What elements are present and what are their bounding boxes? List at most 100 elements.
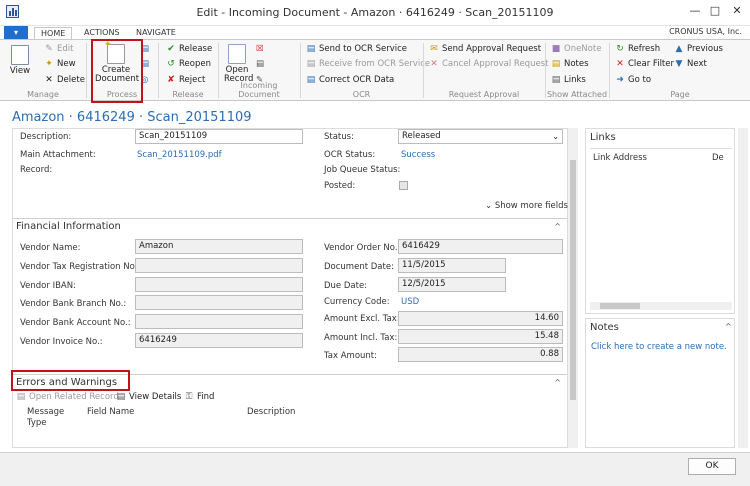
amount-excl-field[interactable]: 14.60 (398, 311, 563, 326)
vendor-bank-account-field[interactable] (135, 314, 303, 329)
links-hscroll-thumb[interactable] (600, 303, 640, 309)
factbox-scrollbar[interactable] (738, 128, 748, 448)
new-icon: ✦ (45, 59, 53, 69)
file-menu-button[interactable]: ▾ (4, 26, 28, 39)
vendor-tax-label: Vendor Tax Registration No.: (20, 262, 141, 272)
window-title: Edit - Incoming Document - Amazon · 6416… (196, 6, 554, 19)
chevron-up-icon: ^ (554, 378, 561, 387)
ocr-status-link[interactable]: Success (401, 150, 435, 160)
vendor-order-field[interactable]: 6416429 (398, 239, 563, 254)
group-label-incoming-document: Incoming Document (238, 81, 280, 99)
group-label-release: Release (172, 90, 204, 99)
view-icon (11, 45, 29, 65)
new-button[interactable]: ✦ New (44, 59, 75, 69)
group-request-approval: ✉ Send Approval Request ✕ Cancel Approval … (424, 40, 548, 100)
find-icon: ⚿ (185, 392, 193, 402)
release-button[interactable]: ✔ Release (166, 44, 212, 54)
receive-ocr-icon: ▤ (306, 59, 316, 69)
col-field-name[interactable]: Field Name (87, 407, 134, 417)
due-date-label: Due Date: (324, 281, 368, 291)
reopen-button[interactable]: ↺ Reopen (166, 59, 211, 69)
main-scrollbar-thumb[interactable] (570, 160, 576, 400)
main-attachment-link[interactable]: Scan_20151109.pdf (137, 150, 222, 160)
open-related-record-button[interactable]: ▤ Open Related Record (16, 392, 119, 402)
close-icon[interactable]: ✕ (728, 4, 746, 17)
minimize-icon[interactable]: — (686, 4, 704, 17)
view-details-button[interactable]: ▤ View Details (116, 392, 182, 402)
tax-amount-field[interactable]: 0.88 (398, 347, 563, 362)
currency-link[interactable]: USD (401, 297, 419, 307)
go-to-button[interactable]: ➜ Go to (615, 75, 651, 85)
posted-checkbox[interactable] (399, 181, 408, 190)
status-value: Released (402, 131, 441, 141)
cancel-approval-button[interactable]: ✕ Cancel Approval Request (429, 59, 548, 69)
open-related-label: Open Related Record (29, 392, 119, 402)
edit-button[interactable]: ✎ Edit (44, 44, 73, 54)
vendor-invoice-field[interactable]: 6416249 (135, 333, 303, 348)
previous-label: Previous (687, 44, 723, 54)
chevron-up-icon[interactable]: ^ (725, 322, 732, 331)
clear-filter-button[interactable]: ✕ Clear Filter (615, 59, 674, 69)
reject-label: Reject (179, 75, 206, 85)
send-approval-label: Send Approval Request (442, 44, 542, 54)
remove-doc-icon[interactable]: ☒ (256, 44, 264, 54)
vendor-bank-account-label: Vendor Bank Account No.: (20, 318, 131, 328)
status-label: Status: (324, 132, 354, 142)
group-incoming-document: Open Record ☒ ▤ ✎ Incoming Document (219, 40, 299, 100)
doc-icon[interactable]: ▤ (256, 59, 264, 69)
vendor-iban-field[interactable] (135, 277, 303, 292)
amount-incl-field[interactable]: 15.48 (398, 329, 563, 344)
description-field[interactable]: Scan_20151109 (135, 129, 303, 144)
find-button[interactable]: ⚿ Find (184, 392, 215, 402)
show-more-fields[interactable]: ⌄ Show more fields (485, 201, 568, 211)
vendor-tax-field[interactable] (135, 258, 303, 273)
ok-button[interactable]: OK (688, 458, 736, 475)
send-to-ocr-button[interactable]: ▤ Send to OCR Service (306, 44, 407, 54)
group-label-show-attached: Show Attached (546, 90, 608, 99)
status-select[interactable]: Released ⌄ (398, 129, 563, 144)
create-note-link[interactable]: Click here to create a new note. (591, 342, 727, 352)
tab-navigate[interactable]: NAVIGATE (130, 27, 182, 39)
due-date-field[interactable]: 12/5/2015 (398, 277, 506, 292)
correct-ocr-button[interactable]: ▤ Correct OCR Data (306, 75, 395, 85)
view-button[interactable]: View (8, 45, 32, 76)
col-message-1: Message (27, 407, 65, 417)
previous-button[interactable]: ▲ Previous (674, 44, 723, 54)
reopen-icon: ↺ (167, 59, 175, 69)
tab-actions[interactable]: ACTIONS (78, 27, 126, 39)
send-ocr-icon: ▤ (306, 44, 316, 54)
send-approval-button[interactable]: ✉ Send Approval Request (429, 44, 541, 54)
links-icon: ▤ (551, 75, 561, 85)
release-label: Release (179, 44, 213, 54)
group-show-attached: ■ OneNote ▤ Notes ▤ Links Show Attached (546, 40, 608, 100)
posted-label: Posted: (324, 181, 356, 191)
col-description[interactable]: Description (247, 407, 295, 417)
onenote-label: OneNote (564, 44, 602, 54)
document-date-field[interactable]: 11/5/2015 (398, 258, 506, 273)
delete-button[interactable]: ✕ Delete (44, 75, 85, 85)
financial-section-header[interactable]: Financial Information ^ (12, 218, 567, 234)
links-label: Links (564, 75, 586, 85)
reject-button[interactable]: ✘ Reject (166, 75, 205, 85)
onenote-button[interactable]: ■ OneNote (551, 44, 602, 54)
clear-filter-icon: ✕ (616, 59, 624, 69)
amount-incl-label: Amount Incl. Tax: (324, 333, 398, 343)
vendor-bank-branch-label: Vendor Bank Branch No.: (20, 299, 127, 309)
vendor-bank-branch-field[interactable] (135, 295, 303, 310)
vendor-name-field[interactable]: Amazon (135, 239, 303, 254)
col-message-type[interactable]: Message Type (27, 407, 64, 429)
open-record-button[interactable]: Open Record (224, 44, 253, 84)
record-label: Record: (20, 165, 53, 175)
de-column[interactable]: De (712, 153, 724, 163)
link-address-column[interactable]: Link Address (593, 153, 647, 163)
notes-button[interactable]: ▤ Notes (551, 59, 589, 69)
maximize-icon[interactable]: □ (706, 4, 724, 17)
receive-from-ocr-button[interactable]: ▤ Receive from OCR Service (306, 59, 430, 69)
refresh-button[interactable]: ↻ Refresh (615, 44, 660, 54)
ocr-status-label: OCR Status: (324, 150, 376, 160)
delete-icon: ✕ (45, 75, 53, 85)
links-button[interactable]: ▤ Links (551, 75, 586, 85)
chevron-down-icon: ⌄ (552, 132, 559, 141)
next-button[interactable]: ▼ Next (674, 59, 707, 69)
currency-label: Currency Code: (324, 297, 390, 307)
